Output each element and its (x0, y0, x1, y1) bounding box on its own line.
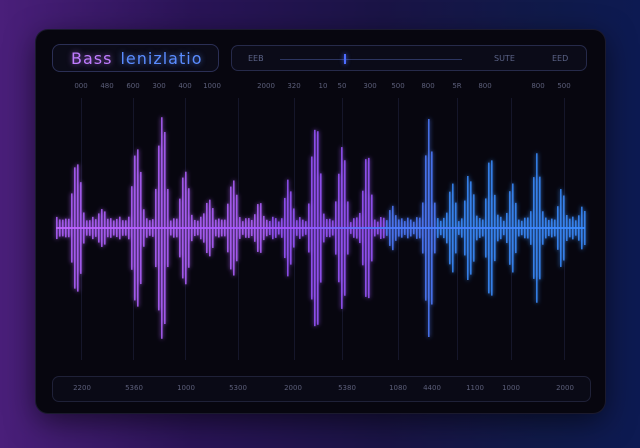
equalizer-panel: Bass lenizlatio EEB SUTE EED 000 480 600… (36, 30, 605, 413)
bottom-label: 4400 (423, 384, 441, 392)
bottom-label: 1100 (466, 384, 484, 392)
bottom-label: 5360 (125, 384, 143, 392)
bottom-label: 5380 (338, 384, 356, 392)
bottom-label: 1080 (389, 384, 407, 392)
waveform (56, 117, 586, 339)
bottom-label: 2200 (73, 384, 91, 392)
center-line (56, 227, 585, 229)
bottom-label-bar: 2200 5360 1000 5300 2000 5380 1080 4400 … (52, 376, 591, 402)
bottom-label: 2000 (284, 384, 302, 392)
bottom-label: 1000 (502, 384, 520, 392)
bottom-label: 5300 (229, 384, 247, 392)
bottom-label: 1000 (177, 384, 195, 392)
bottom-label: 2000 (556, 384, 574, 392)
